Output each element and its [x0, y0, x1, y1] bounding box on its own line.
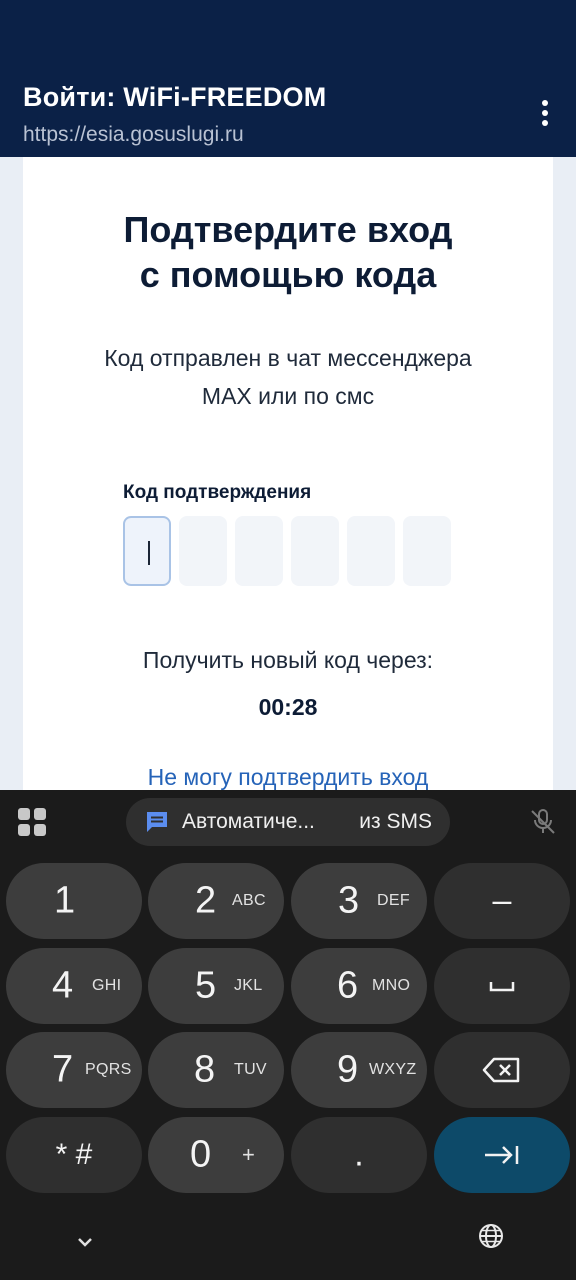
key-3-digit: 3	[338, 879, 360, 922]
key-1-digit: 1	[54, 879, 76, 922]
key-1[interactable]: 1	[6, 863, 142, 939]
key-next[interactable]	[434, 1117, 570, 1193]
numeric-keyboard: Автоматиче... из SMS 1 2 ABC 3 DEF – 4 G…	[0, 790, 576, 1280]
key-9[interactable]: 9 WXYZ	[291, 1032, 427, 1108]
heading-line-1: Подтвердите вход	[123, 209, 453, 250]
key-0-plus: +	[242, 1142, 256, 1167]
key-4[interactable]: 4 GHI	[6, 948, 142, 1024]
resend-timer: 00:28	[258, 694, 318, 720]
key-4-digit: 4	[52, 964, 74, 1007]
key-0-digit: 0	[190, 1133, 212, 1176]
suggestion-source: из SMS	[359, 810, 432, 833]
key-5-digit: 5	[195, 964, 217, 1007]
subtitle-line-2: MAX или по смс	[201, 383, 375, 409]
code-digit-3[interactable]	[235, 516, 283, 586]
page-url: https://esia.gosuslugi.ru	[23, 123, 244, 146]
key-minus[interactable]: –	[434, 863, 570, 939]
globe-icon[interactable]	[478, 1223, 504, 1249]
code-digit-1[interactable]	[123, 516, 171, 586]
resend-label: Получить новый код через:	[142, 647, 434, 673]
login-card: Подтвердите вход с помощью кода Код отпр…	[23, 157, 553, 790]
key-2-letters: ABC	[232, 892, 266, 909]
code-label: Код подтверждения	[123, 482, 312, 503]
key-6[interactable]: 6 MNO	[291, 948, 427, 1024]
code-digit-2[interactable]	[179, 516, 227, 586]
key-0[interactable]: 0 +	[148, 1117, 284, 1193]
subtitle-line-1: Код отправлен в чат мессенджера	[104, 345, 472, 371]
suggestion-text: Автоматиче...	[182, 810, 315, 833]
key-backspace[interactable]	[434, 1032, 570, 1108]
code-digit-4[interactable]	[291, 516, 339, 586]
code-sent-text: Код отправлен в чат мессенджера MAX или …	[23, 339, 553, 415]
space-bar-icon	[489, 982, 515, 992]
key-8-digit: 8	[194, 1048, 216, 1091]
star-hash-symbols: * #	[55, 1138, 93, 1171]
chevron-down-icon[interactable]	[74, 1234, 96, 1250]
browser-header: Войти: WiFi-FREEDOM https://esia.gosuslu…	[0, 0, 576, 157]
tab-next-icon	[485, 1146, 519, 1164]
key-8[interactable]: 8 TUV	[148, 1032, 284, 1108]
code-digit-6[interactable]	[403, 516, 451, 586]
key-7-letters: PQRS	[85, 1061, 132, 1078]
apps-grid-icon[interactable]	[18, 808, 46, 836]
code-input-group	[123, 516, 451, 586]
key-6-digit: 6	[337, 964, 359, 1007]
key-7-digit: 7	[52, 1048, 74, 1091]
key-star-hash[interactable]: * #	[6, 1117, 142, 1193]
backspace-icon	[482, 1057, 520, 1083]
cant-confirm-link[interactable]: Не могу подтвердить вход	[23, 764, 553, 790]
web-content: Подтвердите вход с помощью кода Код отпр…	[0, 157, 576, 790]
key-6-letters: MNO	[372, 977, 411, 994]
code-digit-5[interactable]	[347, 516, 395, 586]
key-2-digit: 2	[195, 879, 217, 922]
key-5-letters: JKL	[234, 977, 263, 994]
key-3[interactable]: 3 DEF	[291, 863, 427, 939]
key-3-letters: DEF	[377, 892, 410, 909]
message-icon	[147, 812, 167, 832]
key-5[interactable]: 5 JKL	[148, 948, 284, 1024]
key-period[interactable]: .	[291, 1117, 427, 1193]
more-vert-icon[interactable]	[528, 96, 562, 130]
key-7[interactable]: 7 PQRS	[6, 1032, 142, 1108]
key-space[interactable]	[434, 948, 570, 1024]
mic-off-icon[interactable]	[528, 807, 558, 837]
autofill-suggestion[interactable]: Автоматиче... из SMS	[126, 798, 450, 846]
minus-symbol: –	[492, 881, 512, 920]
key-4-letters: GHI	[92, 977, 122, 994]
key-9-letters: WXYZ	[369, 1061, 417, 1078]
key-8-letters: TUV	[234, 1061, 267, 1078]
key-2[interactable]: 2 ABC	[148, 863, 284, 939]
key-9-digit: 9	[337, 1048, 359, 1091]
page-title: Войти: WiFi-FREEDOM	[23, 82, 327, 112]
period-symbol: .	[354, 1135, 364, 1174]
confirm-heading: Подтвердите вход с помощью кода	[23, 207, 553, 297]
heading-line-2: с помощью кода	[139, 254, 437, 295]
